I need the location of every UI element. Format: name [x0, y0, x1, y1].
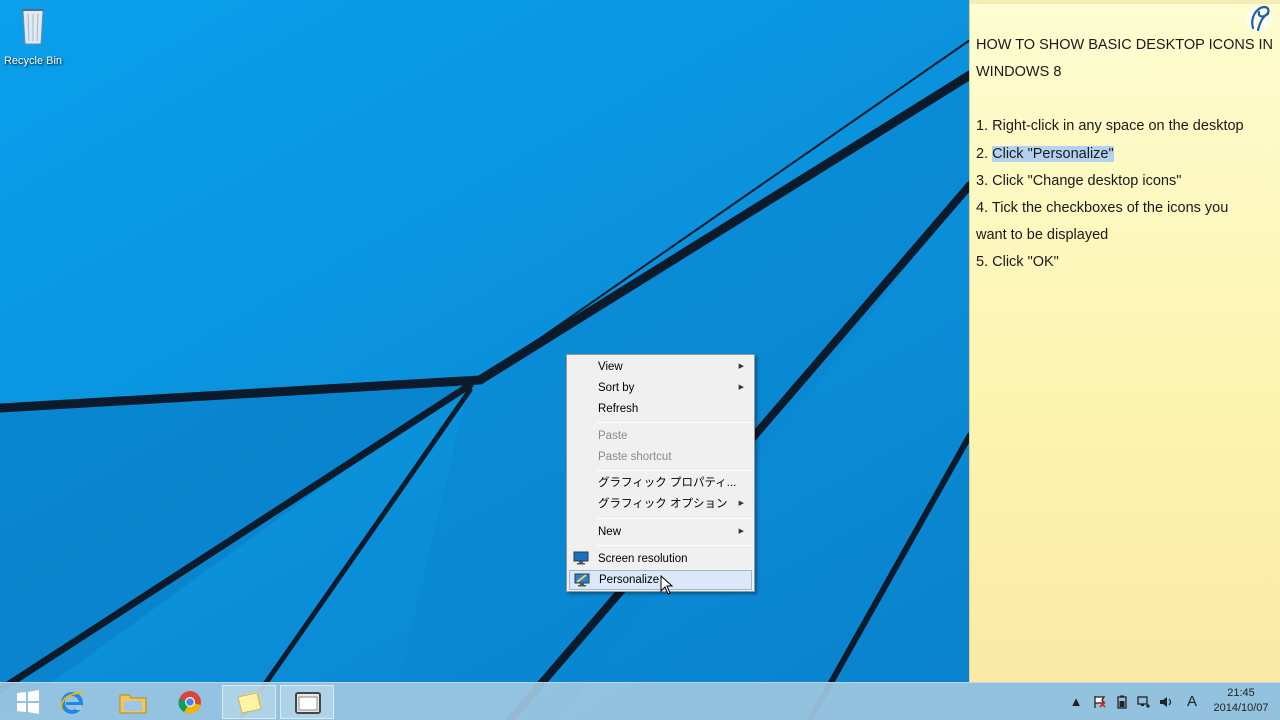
menu-item-graphics-properties[interactable]: グラフィック プロパティ...: [569, 473, 752, 493]
recycle-bin-label: Recycle Bin: [3, 55, 63, 67]
menu-item-label: Refresh: [598, 403, 639, 415]
note-step-5: 5. Click "OK": [976, 249, 1274, 276]
step-text: Right-click in any space on the desktop: [992, 118, 1244, 135]
menu-item-sort-by[interactable]: Sort by ▶: [569, 378, 752, 398]
taskbar-file-explorer[interactable]: [106, 685, 160, 719]
taskbar-recorder[interactable]: [280, 685, 334, 719]
menu-item-paste: Paste: [569, 426, 752, 446]
step-text: Click "OK": [992, 254, 1059, 271]
chrome-icon: [178, 691, 201, 714]
menu-item-label: Sort by: [598, 382, 635, 394]
windows-logo-icon: [17, 690, 39, 714]
step-number: 4.: [976, 200, 989, 217]
ime-indicator[interactable]: A: [1185, 694, 1199, 709]
clock-time: 21:45: [1227, 687, 1255, 699]
taskbar: ▲ A 21:45 2014/10/07: [0, 682, 1280, 720]
note-title-line-1: HOW TO SHOW BASIC DESKTOP ICONS IN: [976, 37, 1274, 53]
ie-icon: [60, 692, 84, 714]
submenu-arrow-icon: ▶: [738, 500, 744, 507]
menu-item-label: グラフィック プロパティ...: [598, 477, 737, 489]
menu-separator: [597, 545, 752, 546]
menu-separator: [597, 518, 752, 519]
sticky-note-header: [970, 0, 1280, 4]
step-text: want to be displayed: [976, 227, 1109, 244]
menu-item-label: Paste: [598, 430, 628, 442]
taskbar-internet-explorer[interactable]: [46, 685, 100, 719]
note-step-4-cont: want to be displayed: [976, 222, 1274, 249]
step-text: Click "Change desktop icons": [992, 172, 1182, 189]
menu-item-label: Personalize: [599, 574, 660, 586]
video-window-icon: [295, 692, 321, 714]
menu-item-graphics-options[interactable]: グラフィック オプション ▶: [569, 494, 752, 514]
folder-icon: [119, 694, 147, 714]
recycle-bin-icon: [22, 9, 44, 45]
step-number: 2.: [976, 145, 989, 162]
menu-separator: [597, 470, 752, 471]
note-step-2: 2. Click "Personalize": [976, 141, 1274, 168]
mouse-cursor-icon: [660, 575, 674, 595]
power-battery-icon[interactable]: [1115, 695, 1129, 709]
brand-logo-icon: [1246, 5, 1272, 32]
personalize-icon: [574, 573, 590, 587]
network-icon[interactable]: [1137, 695, 1151, 709]
submenu-arrow-icon: ▶: [738, 363, 744, 370]
desktop-context-menu: View ▶ Sort by ▶ Refresh Paste Paste sho…: [566, 354, 755, 592]
taskbar-sticky-notes[interactable]: [222, 685, 276, 719]
menu-item-label: Screen resolution: [598, 553, 688, 565]
menu-item-refresh[interactable]: Refresh: [569, 399, 752, 419]
menu-item-label: New: [598, 526, 622, 538]
sticky-note[interactable]: HOW TO SHOW BASIC DESKTOP ICONS IN WINDO…: [969, 0, 1280, 682]
tray-overflow-icon[interactable]: ▲: [1069, 695, 1083, 709]
menu-item-view[interactable]: View ▶: [569, 357, 752, 377]
selected-step-text: Click "Personalize": [992, 145, 1114, 162]
note-title-line-2: WINDOWS 8: [976, 64, 1062, 81]
system-clock[interactable]: 21:45 2014/10/07: [1206, 686, 1276, 716]
volume-icon[interactable]: [1159, 695, 1173, 709]
submenu-arrow-icon: ▶: [738, 384, 744, 391]
action-center-flag-icon[interactable]: [1093, 695, 1107, 709]
sticky-notes-icon: [237, 691, 263, 714]
monitor-icon: [573, 551, 589, 565]
step-number: 1.: [976, 118, 989, 135]
menu-item-new[interactable]: New ▶: [569, 522, 752, 542]
menu-item-label: View: [598, 361, 623, 373]
note-step-3: 3. Click "Change desktop icons": [976, 168, 1274, 195]
step-text: Tick the checkboxes of the icons you: [991, 200, 1229, 217]
step-number: 5.: [976, 254, 989, 271]
menu-item-label: Paste shortcut: [598, 451, 672, 463]
menu-item-paste-shortcut: Paste shortcut: [569, 447, 752, 467]
menu-item-label: グラフィック オプション: [598, 498, 728, 510]
taskbar-chrome[interactable]: [164, 685, 218, 719]
menu-separator: [597, 422, 752, 423]
note-step-4: 4. Tick the checkboxes of the icons you: [976, 195, 1274, 222]
sticky-note-text[interactable]: HOW TO SHOW BASIC DESKTOP ICONS IN WINDO…: [976, 32, 1274, 277]
clock-date: 2014/10/07: [1213, 702, 1269, 714]
recycle-bin[interactable]: Recycle Bin: [2, 4, 64, 67]
submenu-arrow-icon: ▶: [738, 528, 744, 535]
step-number: 3.: [976, 172, 989, 189]
note-step-1: 1. Right-click in any space on the deskt…: [976, 113, 1274, 140]
menu-item-screen-resolution[interactable]: Screen resolution: [569, 549, 752, 569]
